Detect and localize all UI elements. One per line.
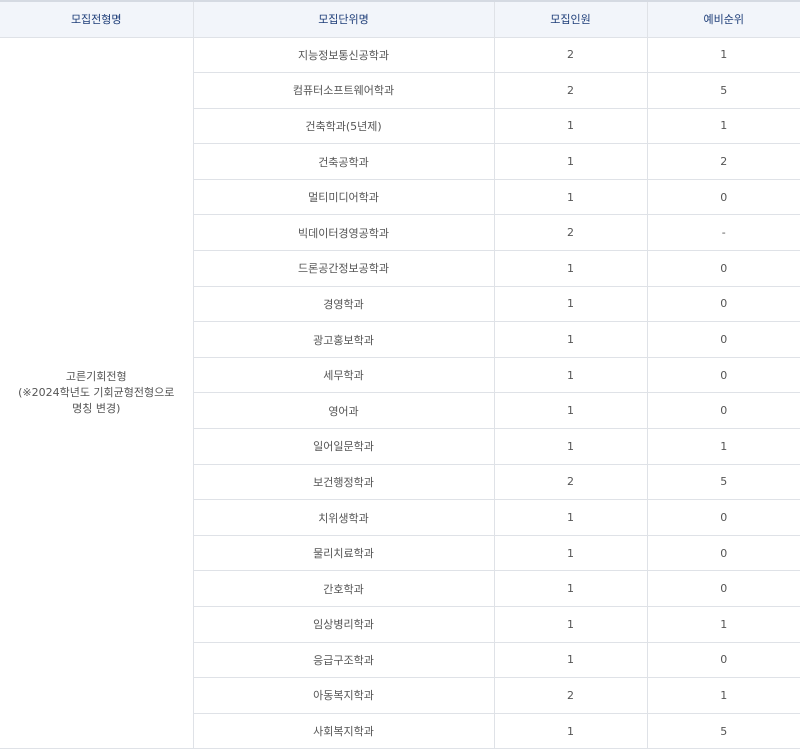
unit-cell: 일어일문학과	[193, 428, 495, 465]
reserve-cell: 5	[646, 712, 800, 750]
quota-cell: 1	[493, 712, 648, 750]
quota-cell: 1	[493, 250, 648, 287]
quota-cell: 1	[493, 285, 648, 323]
unit-cell: 임상병리학과	[193, 606, 495, 643]
unit-cell: 드론공간정보공학과	[193, 250, 495, 287]
quota-cell: 1	[493, 178, 648, 216]
quota-cell: 1	[493, 356, 648, 394]
unit-cell: 영어과	[193, 392, 495, 430]
quota-cell: 1	[493, 606, 648, 643]
quota-cell: 2	[493, 72, 648, 109]
unit-cell: 지능정보통신공학과	[192, 36, 495, 74]
unit-cell: 광고홍보학과	[193, 321, 495, 358]
reserve-cell: 0	[646, 641, 800, 679]
reserve-cell: 1	[646, 107, 800, 145]
quota-cell: 1	[493, 107, 648, 145]
reserve-cell: 0	[646, 570, 800, 607]
reserve-cell: 1	[646, 36, 800, 74]
table-row: 고른기회전형 (※2024학년도 기회균형전형으로 명칭 변경) 지능정보통신공학과…	[0, 36, 800, 750]
header-quota: 모집인원	[493, 0, 648, 38]
track-cell: 고른기회전형 (※2024학년도 기회균형전형으로 명칭 변경)	[0, 36, 194, 750]
unit-cell: 건축공학과	[193, 143, 495, 180]
unit-cell: 치위생학과	[193, 499, 495, 536]
table-header: 모집전형명 모집단위명 모집인원 예비순위	[0, 0, 800, 38]
unit-cell: 세무학과	[193, 356, 495, 394]
unit-cell: 간호학과	[193, 570, 495, 607]
quota-cell: 1	[493, 570, 648, 607]
quota-cell: 2	[493, 214, 648, 252]
reserve-cell: -	[646, 214, 800, 252]
reserve-cell: 0	[646, 178, 800, 216]
reserve-cell: 0	[646, 285, 800, 323]
unit-cell: 응급구조학과	[193, 641, 495, 679]
header-track-name: 모집전형명	[0, 0, 194, 38]
reserve-cell: 0	[646, 534, 800, 572]
unit-cell: 컴퓨터소프트웨어학과	[193, 72, 495, 109]
reserve-cell: 0	[646, 356, 800, 394]
reserve-cell: 5	[646, 463, 800, 501]
quota-cell: 2	[493, 677, 648, 714]
unit-cell: 경영학과	[193, 285, 495, 323]
unit-cell: 물리치료학과	[193, 534, 495, 572]
header-row: 모집전형명 모집단위명 모집인원 예비순위	[0, 0, 800, 38]
quota-cell: 1	[493, 534, 648, 572]
unit-cell: 아동복지학과	[193, 677, 495, 714]
unit-cell: 멀티미디어학과	[193, 178, 495, 216]
quota-cell: 1	[493, 641, 648, 679]
reserve-cell: 0	[646, 321, 800, 358]
reserve-cell: 2	[646, 143, 800, 180]
header-reserve-rank: 예비순위	[646, 0, 800, 38]
reserve-cell: 1	[646, 428, 800, 465]
table-body: 고른기회전형 (※2024학년도 기회균형전형으로 명칭 변경) 지능정보통신공학과…	[0, 36, 800, 750]
quota-cell: 1	[493, 143, 648, 180]
admissions-table: 모집전형명 모집단위명 모집인원 예비순위 고른기회전형 (※2024학년도 기회…	[0, 0, 800, 750]
track-name: 고른기회전형	[65, 369, 127, 383]
unit-cell: 사회복지학과	[193, 712, 495, 750]
quota-cell: 1	[493, 428, 648, 465]
reserve-cell: 5	[646, 72, 800, 109]
reserve-cell: 0	[646, 499, 800, 536]
quota-cell: 1	[493, 321, 648, 358]
quota-cell: 1	[493, 392, 648, 430]
unit-cell: 빅데이터경영공학과	[193, 214, 495, 252]
quota-cell: 1	[493, 499, 648, 536]
quota-cell: 2	[493, 463, 648, 501]
reserve-cell: 1	[646, 606, 800, 643]
track-note: (※2024학년도 기회균형전형으로 명칭 변경)	[18, 385, 175, 415]
unit-cell: 보건행정학과	[193, 463, 495, 501]
quota-cell: 2	[493, 36, 648, 74]
reserve-cell: 0	[646, 392, 800, 430]
unit-cell: 건축학과(5년제)	[193, 107, 495, 145]
reserve-cell: 0	[646, 250, 800, 287]
header-unit-name: 모집단위명	[192, 0, 495, 38]
reserve-cell: 1	[646, 677, 800, 714]
